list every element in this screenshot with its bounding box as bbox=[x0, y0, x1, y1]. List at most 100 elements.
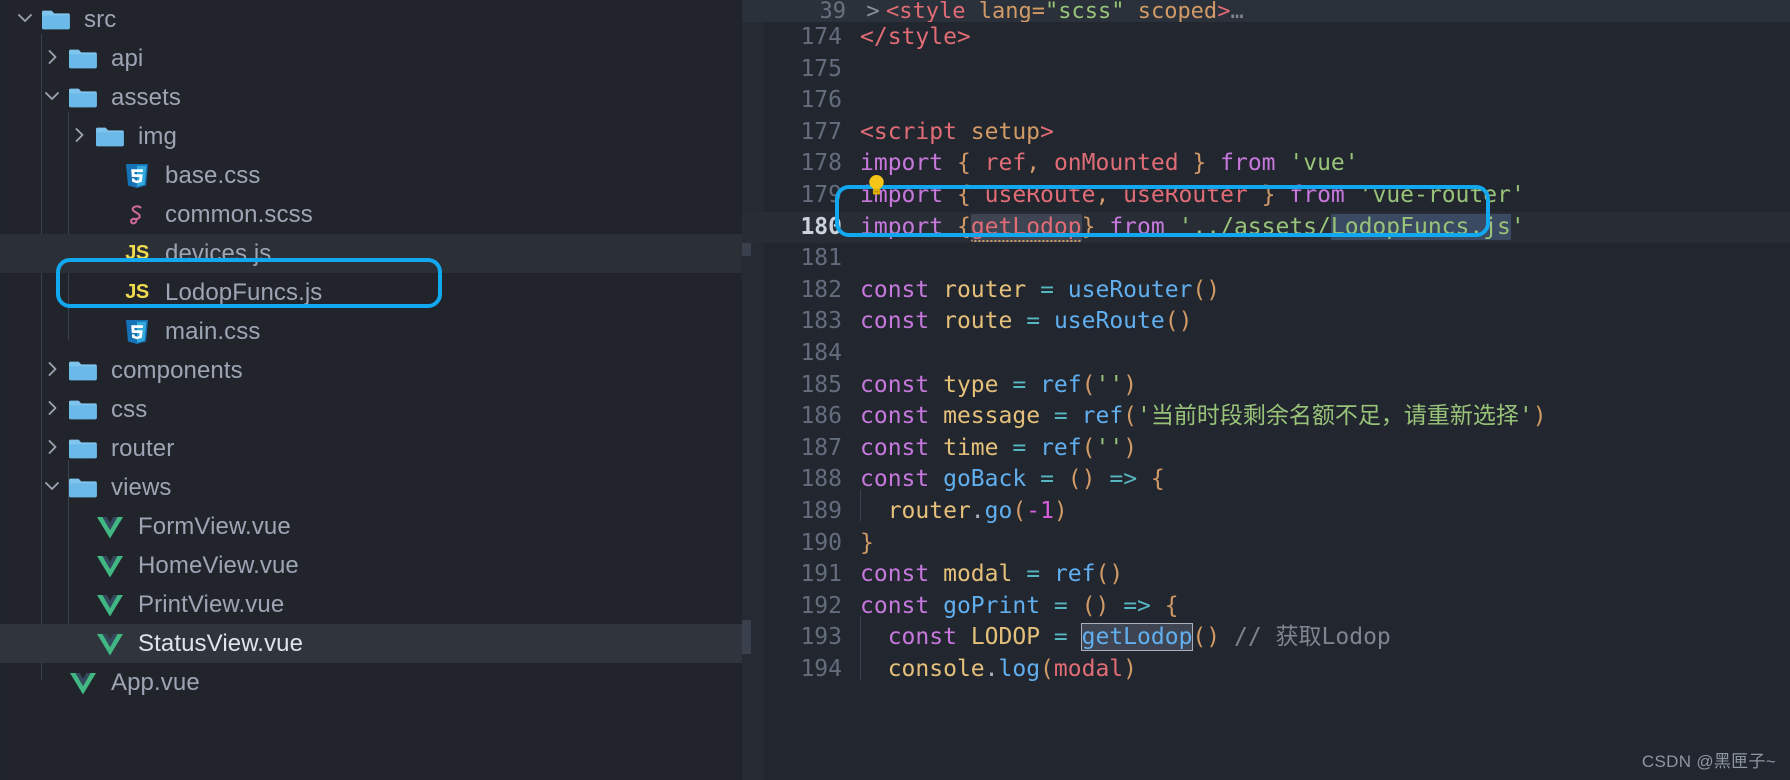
code-line-178[interactable]: 178 import { ref, onMounted } from 'vue' bbox=[742, 148, 1790, 180]
code-line-182[interactable]: 182 const router = useRouter() bbox=[742, 275, 1790, 307]
chevron-right-icon[interactable] bbox=[41, 46, 67, 72]
line-content: router.go(-1) bbox=[887, 497, 1068, 524]
line-number: 191 bbox=[800, 561, 842, 588]
chevron-right-icon[interactable] bbox=[41, 436, 67, 462]
tree-item-label: HomeView.vue bbox=[138, 551, 299, 579]
code-line-193[interactable]: 193 const LODOP = getLodop() // 获取Lodop bbox=[742, 622, 1790, 654]
css-file-icon bbox=[121, 162, 153, 190]
line-number: 183 bbox=[800, 308, 842, 335]
code-line-189[interactable]: 189 router.go(-1) bbox=[742, 496, 1790, 528]
line-content: import { useRoute, useRouter } from 'vue… bbox=[860, 181, 1525, 208]
code-line-194[interactable]: 194 console.log(modal) bbox=[742, 654, 1790, 686]
folder-icon bbox=[40, 8, 72, 32]
tree-item-printview-vue[interactable]: PrintView.vue bbox=[0, 585, 742, 624]
tree-item-lodopfuncs-js[interactable]: JS LodopFuncs.js bbox=[0, 273, 742, 312]
folder-icon bbox=[67, 359, 99, 383]
code-line-187[interactable]: 187 const time = ref('') bbox=[742, 433, 1790, 465]
tree-item-devices-js[interactable]: JS devices.js bbox=[0, 234, 742, 273]
code-line-179[interactable]: 179 import { useRoute, useRouter } from … bbox=[742, 180, 1790, 212]
sticky-code-text: <style lang="scss" scoped>… bbox=[886, 0, 1244, 22]
code-line-180[interactable]: 180 import {getLodop} from '../assets/Lo… bbox=[742, 211, 1790, 244]
tree-item-label: PrintView.vue bbox=[138, 590, 285, 618]
line-number: 193 bbox=[800, 624, 842, 651]
code-line-183[interactable]: 183 const route = useRoute() bbox=[742, 306, 1790, 338]
line-content: </style> bbox=[860, 24, 971, 50]
chevron-down-icon[interactable] bbox=[41, 85, 67, 111]
tree-item-components[interactable]: components bbox=[0, 351, 742, 390]
tree-item-label: router bbox=[111, 434, 175, 462]
chevron-right-icon[interactable] bbox=[68, 124, 94, 150]
code-line-186[interactable]: 186 const message = ref('当前时段剩余名额不足，请重新选… bbox=[742, 401, 1790, 433]
file-tree[interactable]: src api assets img base.css common.scss JS devi… bbox=[0, 0, 742, 702]
code-lines[interactable]: 174 </style> 175 176 177 <script setup> … bbox=[742, 22, 1790, 685]
tree-item-label: assets bbox=[111, 83, 181, 111]
tree-item-src[interactable]: src bbox=[0, 0, 742, 39]
folder-icon bbox=[67, 476, 99, 500]
sticky-scroll-header[interactable]: 39 > <style lang="scss" scoped>… bbox=[742, 0, 1790, 22]
lightbulb-quickfix-icon[interactable] bbox=[867, 174, 886, 197]
code-line-174[interactable]: 174 </style> bbox=[742, 22, 1790, 54]
tree-item-img[interactable]: img bbox=[0, 117, 742, 156]
code-line-176[interactable]: 176 bbox=[742, 85, 1790, 117]
file-explorer-sidebar: src api assets img base.css common.scss JS devi… bbox=[0, 0, 742, 780]
folder-icon bbox=[67, 398, 99, 422]
code-line-191[interactable]: 191 const modal = ref() bbox=[742, 559, 1790, 591]
line-content: const route = useRoute() bbox=[860, 308, 1193, 335]
tree-item-base-css[interactable]: base.css bbox=[0, 156, 742, 195]
line-number: 181 bbox=[800, 245, 842, 272]
code-line-185[interactable]: 185 const type = ref('') bbox=[742, 370, 1790, 402]
tree-item-formview-vue[interactable]: FormView.vue bbox=[0, 507, 742, 546]
line-number: 175 bbox=[800, 55, 842, 82]
line-content: <script setup> bbox=[860, 118, 1054, 145]
tree-item-main-css[interactable]: main.css bbox=[0, 312, 742, 351]
tree-item-assets[interactable]: assets bbox=[0, 78, 742, 117]
fold-chevron-icon[interactable]: > bbox=[860, 0, 886, 22]
tree-item-label: components bbox=[111, 356, 243, 384]
vue-file-icon bbox=[94, 515, 126, 539]
tree-item-api[interactable]: api bbox=[0, 39, 742, 78]
twisty-placeholder bbox=[95, 163, 121, 189]
line-content: const goPrint = () => { bbox=[860, 592, 1179, 619]
line-number: 190 bbox=[800, 529, 842, 556]
line-number: 186 bbox=[800, 403, 842, 430]
code-line-190[interactable]: 190 } bbox=[742, 528, 1790, 560]
chevron-down-icon[interactable] bbox=[41, 475, 67, 501]
code-line-181[interactable]: 181 bbox=[742, 243, 1790, 275]
chevron-right-icon[interactable] bbox=[41, 358, 67, 384]
line-content: const goBack = () => { bbox=[860, 466, 1165, 493]
twisty-placeholder bbox=[41, 670, 67, 696]
sticky-line-number: 39 bbox=[819, 0, 847, 22]
tree-item-homeview-vue[interactable]: HomeView.vue bbox=[0, 546, 742, 585]
line-content: console.log(modal) bbox=[887, 655, 1138, 682]
code-line-175[interactable]: 175 bbox=[742, 54, 1790, 86]
code-line-184[interactable]: 184 bbox=[742, 338, 1790, 370]
tree-item-css[interactable]: css bbox=[0, 390, 742, 429]
chevron-down-icon[interactable] bbox=[14, 7, 40, 33]
tree-item-label: common.scss bbox=[165, 200, 313, 228]
line-number: 194 bbox=[800, 655, 842, 682]
tree-item-label: api bbox=[111, 44, 144, 72]
twisty-placeholder bbox=[95, 280, 121, 306]
folder-icon bbox=[67, 86, 99, 110]
tree-item-app-vue[interactable]: App.vue bbox=[0, 663, 742, 702]
chevron-right-icon[interactable] bbox=[41, 397, 67, 423]
tree-item-statusview-vue[interactable]: StatusView.vue bbox=[0, 624, 742, 663]
code-line-188[interactable]: 188 const goBack = () => { bbox=[742, 464, 1790, 496]
folder-icon bbox=[67, 47, 99, 71]
tree-item-views[interactable]: views bbox=[0, 468, 742, 507]
vscode-window: src api assets img base.css common.scss JS devi… bbox=[0, 0, 1790, 780]
tree-item-label: LodopFuncs.js bbox=[165, 278, 323, 306]
code-line-177[interactable]: 177 <script setup> bbox=[742, 117, 1790, 149]
tree-item-common-scss[interactable]: common.scss bbox=[0, 195, 742, 234]
vue-file-icon bbox=[94, 632, 126, 656]
tree-item-label: StatusView.vue bbox=[138, 629, 304, 657]
line-number: 187 bbox=[800, 434, 842, 461]
twisty-placeholder bbox=[68, 514, 94, 540]
line-number: 179 bbox=[800, 181, 842, 208]
code-line-192[interactable]: 192 const goPrint = () => { bbox=[742, 591, 1790, 623]
code-editor[interactable]: 39 > <style lang="scss" scoped>… 174 </s… bbox=[742, 0, 1790, 780]
line-number: 189 bbox=[800, 497, 842, 524]
line-content: import { ref, onMounted } from 'vue' bbox=[860, 150, 1359, 177]
folder-icon bbox=[67, 437, 99, 461]
tree-item-router[interactable]: router bbox=[0, 429, 742, 468]
